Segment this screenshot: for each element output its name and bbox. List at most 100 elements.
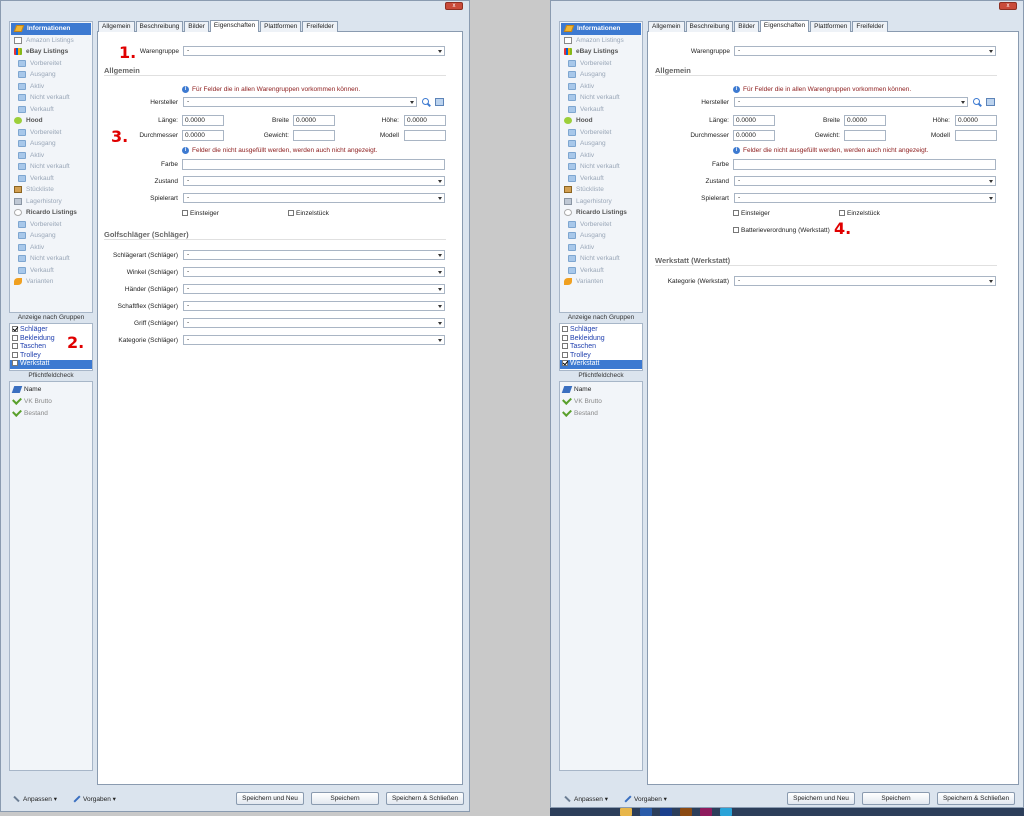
nav-item[interactable]: Verkauft [560, 104, 642, 116]
anpassen-menu[interactable]: Anpassen ▾ [13, 795, 57, 803]
einzelstueck-checkbox[interactable]: Einzelstück [839, 210, 880, 217]
group-row[interactable]: Trolley [560, 351, 642, 361]
modell-input[interactable] [404, 130, 446, 141]
group-field-select[interactable]: - [183, 335, 445, 345]
nav-item[interactable]: Verkauft [10, 265, 92, 277]
tab-beschreibung[interactable]: Beschreibung [685, 21, 734, 32]
nav-item[interactable]: Nicht verkauft [560, 253, 642, 265]
group-row[interactable]: Taschen [560, 343, 642, 352]
warengruppe-select[interactable]: - [734, 46, 996, 56]
einsteiger-checkbox[interactable]: Einsteiger [733, 210, 770, 217]
nav-item[interactable]: Nicht verkauft [560, 161, 642, 173]
nav-item[interactable]: Hood [560, 115, 642, 127]
nav-item[interactable]: Aktiv [560, 81, 642, 93]
laenge-input[interactable]: 0.0000 [733, 115, 775, 126]
save-button[interactable]: Speichern [862, 792, 930, 805]
nav-item[interactable]: Ausgang [10, 138, 92, 150]
einsteiger-checkbox[interactable]: Einsteiger [182, 210, 219, 217]
tab-plattformen[interactable]: Plattformen [810, 21, 852, 32]
nav-item[interactable]: Ausgang [560, 138, 642, 150]
search-icon[interactable] [422, 98, 429, 105]
nav-item[interactable]: Verkauft [10, 104, 92, 116]
nav-item[interactable]: Ausgang [10, 230, 92, 242]
group-field-select[interactable]: - [183, 318, 445, 328]
edit-icon[interactable] [435, 98, 444, 106]
group-checkbox[interactable] [12, 360, 18, 367]
group-row[interactable]: Werkstatt [10, 360, 92, 369]
nav-item[interactable]: Lagerhistory [10, 196, 92, 208]
tab-bilder[interactable]: Bilder [184, 21, 209, 32]
save-button[interactable]: Speichern [311, 792, 379, 805]
nav-item[interactable]: Ausgang [560, 69, 642, 81]
tab-freifelder[interactable]: Freifelder [302, 21, 338, 32]
nav-item[interactable]: Vorbereitet [10, 219, 92, 231]
nav-item[interactable]: Verkauft [10, 173, 92, 185]
nav-item[interactable]: Verkauft [560, 265, 642, 277]
nav-item[interactable]: Vorbereitet [560, 58, 642, 70]
group-checkbox[interactable] [12, 343, 18, 350]
durchmesser-input[interactable]: 0.0000 [182, 130, 224, 141]
checkbox-box[interactable] [839, 210, 845, 216]
search-icon[interactable] [973, 98, 980, 105]
edit-icon[interactable] [986, 98, 995, 106]
nav-item[interactable]: Informationen [561, 23, 641, 35]
hoehe-input[interactable]: 0.0000 [404, 115, 446, 126]
nav-item[interactable]: Amazon Listings [10, 35, 92, 47]
nav-item[interactable]: Amazon Listings [560, 35, 642, 47]
group-field-select[interactable]: - [183, 267, 445, 277]
gewicht-input[interactable] [293, 130, 335, 141]
spielerart-select[interactable]: - [183, 193, 445, 203]
photoshop-taskbar-icon[interactable] [660, 808, 672, 816]
app-taskbar-icon[interactable] [640, 808, 652, 816]
tab-plattformen[interactable]: Plattformen [260, 21, 302, 32]
zustand-select[interactable]: - [183, 176, 445, 186]
einzelstueck-checkbox[interactable]: Einzelstück [288, 210, 329, 217]
nav-item[interactable]: Ricardo Listings [560, 207, 642, 219]
tab-eigenschaften[interactable]: Eigenschaften [759, 20, 810, 32]
warengruppe-select[interactable]: - [183, 46, 445, 56]
checkbox-box[interactable] [733, 227, 739, 233]
batterie-checkbox[interactable]: Batterieverordnung (Werkstatt) [733, 227, 830, 234]
nav-item[interactable]: Ricardo Listings [10, 207, 92, 219]
nav-item[interactable]: Stückliste [560, 184, 642, 196]
nav-item[interactable]: Nicht verkauft [10, 253, 92, 265]
tab-bilder[interactable]: Bilder [734, 21, 759, 32]
breite-input[interactable]: 0.0000 [844, 115, 886, 126]
group-checkbox[interactable] [12, 334, 18, 341]
group-checkbox[interactable] [562, 334, 568, 341]
tab-allgemein[interactable]: Allgemein [648, 21, 685, 32]
group-row[interactable]: Trolley [10, 351, 92, 361]
laenge-input[interactable]: 0.0000 [182, 115, 224, 126]
checkbox-box[interactable] [182, 210, 188, 216]
modell-input[interactable] [955, 130, 997, 141]
nav-item[interactable]: Vorbereitet [560, 219, 642, 231]
nav-item[interactable]: Ausgang [560, 230, 642, 242]
nav-item[interactable]: Aktiv [560, 150, 642, 162]
group-checkbox[interactable] [12, 326, 18, 332]
group-row[interactable]: Schläger [560, 326, 642, 335]
nav-item[interactable]: Nicht verkauft [10, 92, 92, 104]
gewicht-input[interactable] [844, 130, 886, 141]
tab-freifelder[interactable]: Freifelder [852, 21, 888, 32]
hoehe-input[interactable]: 0.0000 [955, 115, 997, 126]
checkbox-box[interactable] [288, 210, 294, 216]
vorgaben-menu[interactable]: Vorgaben ▾ [73, 795, 116, 803]
nav-item[interactable]: Stückliste [10, 184, 92, 196]
tab-beschreibung[interactable]: Beschreibung [135, 21, 184, 32]
nav-item[interactable]: Varianten [10, 276, 92, 288]
save-and-new-button[interactable]: Speichern und Neu [236, 792, 304, 805]
group-field-select[interactable]: - [183, 250, 445, 260]
tab-allgemein[interactable]: Allgemein [98, 21, 135, 32]
farbe-input[interactable] [733, 159, 996, 170]
nav-item[interactable]: Vorbereitet [560, 127, 642, 139]
illustrator-taskbar-icon[interactable] [680, 808, 692, 816]
tab-eigenschaften[interactable]: Eigenschaften [209, 20, 260, 32]
group-field-select[interactable]: - [734, 276, 996, 286]
spielerart-select[interactable]: - [734, 193, 996, 203]
browser-taskbar-icon[interactable] [720, 808, 732, 816]
nav-item[interactable]: eBay Listings [10, 46, 92, 58]
group-checkbox[interactable] [562, 326, 568, 332]
nav-item[interactable]: Aktiv [560, 242, 642, 254]
hersteller-select[interactable]: - [183, 97, 417, 107]
group-checkbox[interactable] [12, 351, 18, 358]
